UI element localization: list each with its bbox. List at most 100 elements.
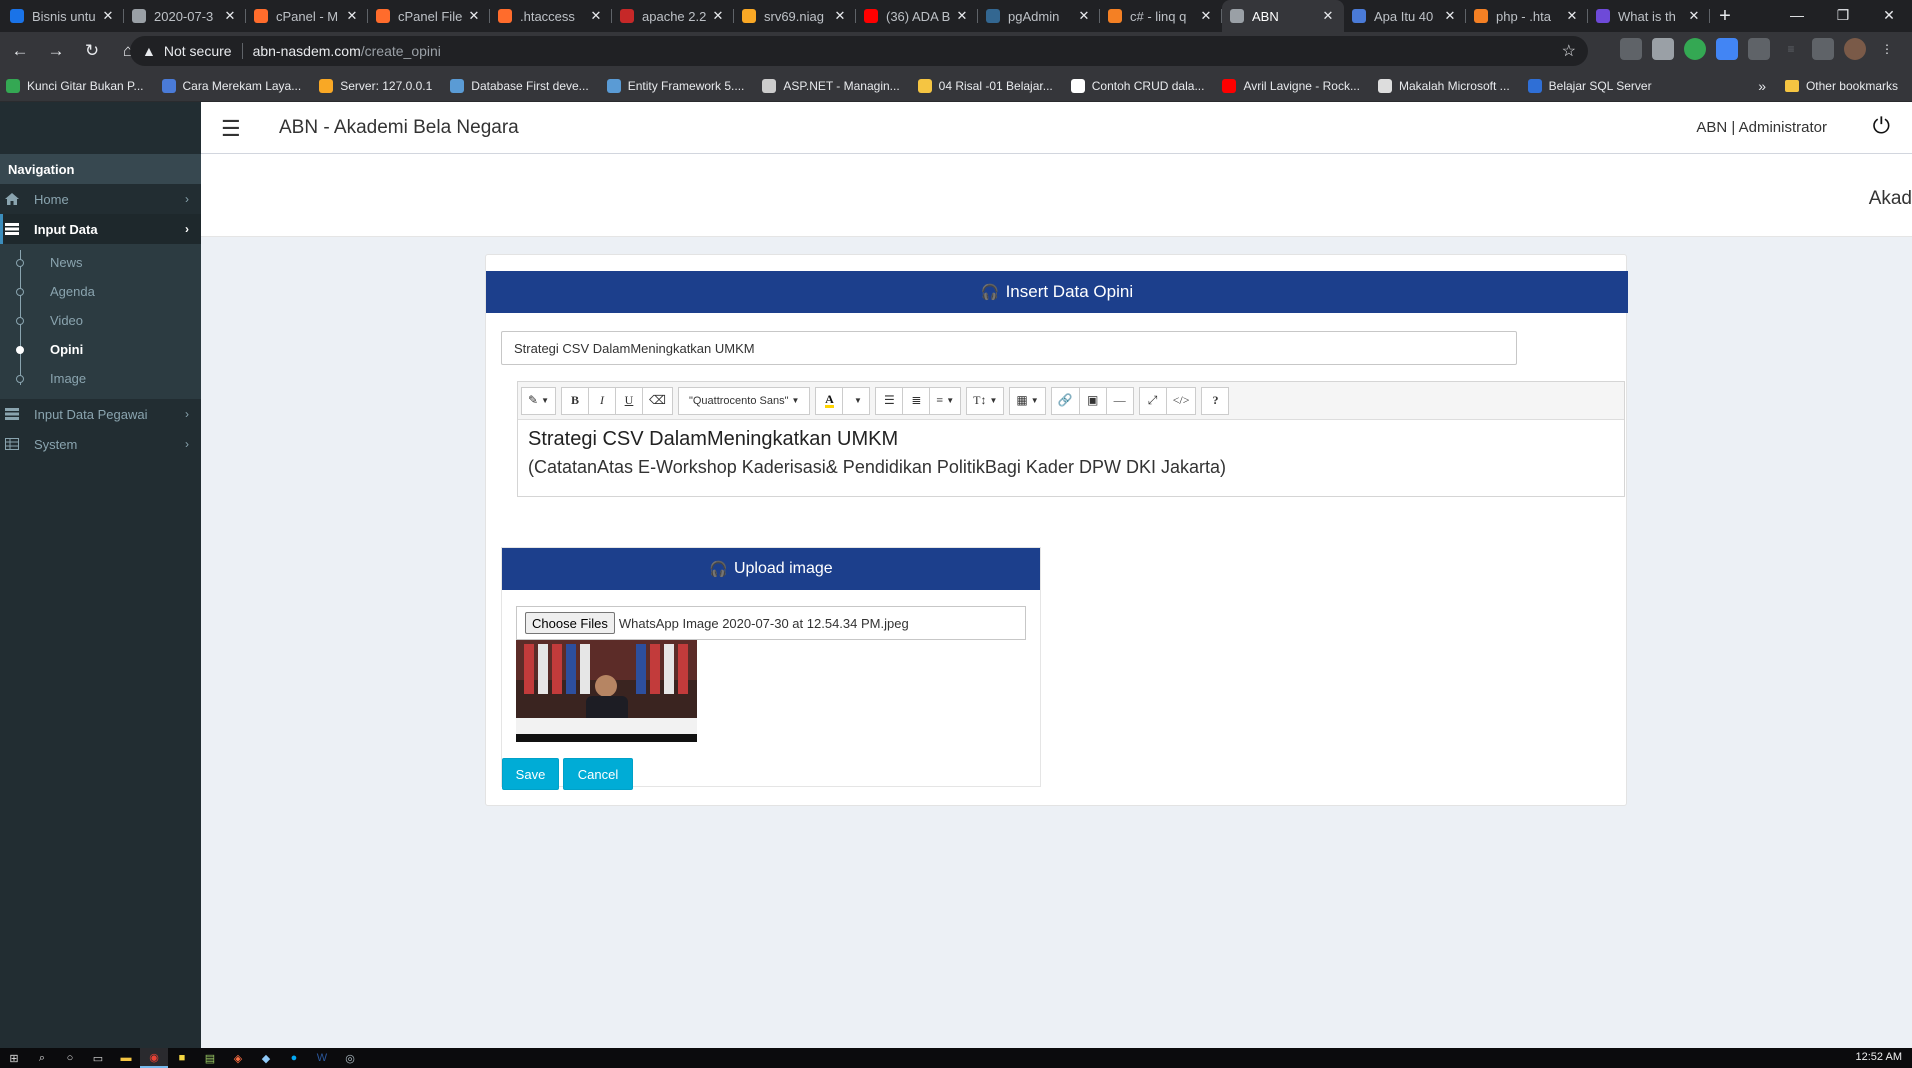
sidebar-item-home[interactable]: Home › [0, 184, 201, 214]
new-tab-button[interactable]: + [1710, 0, 1740, 32]
search-icon[interactable]: ⌕ [28, 1048, 56, 1068]
sidebar-subitem-image[interactable]: Image [0, 364, 201, 393]
file-input[interactable]: Choose Files WhatsApp Image 2020-07-30 a… [516, 606, 1026, 640]
cube-icon[interactable] [1652, 38, 1674, 60]
browser-tab[interactable]: .htaccess ✕ [490, 0, 612, 32]
notepad-icon[interactable]: ▤ [196, 1048, 224, 1068]
eraser-icon[interactable]: ⌫ [641, 386, 673, 415]
cancel-button[interactable]: Cancel [563, 758, 633, 790]
hamburger-menu-icon[interactable]: ☰ [221, 116, 241, 142]
app-icon[interactable]: ◆ [252, 1048, 280, 1068]
close-tab-icon[interactable]: ✕ [1320, 8, 1336, 24]
bookmark-item[interactable]: Contoh CRUD dala... [1070, 78, 1204, 93]
sidebar-item-system[interactable]: System › [0, 429, 201, 459]
close-tab-icon[interactable]: ✕ [1564, 8, 1580, 24]
restore-icon[interactable]: ❐ [1820, 0, 1866, 30]
chrome-icon[interactable]: ◉ [140, 1048, 168, 1068]
browser-tab[interactable]: apache 2.2 ✕ [612, 0, 734, 32]
cortana-icon[interactable]: ○ [56, 1048, 84, 1068]
magic-style-icon[interactable]: ✎ ▼ [521, 386, 556, 415]
bold-button[interactable]: B [560, 386, 589, 415]
bookmark-item[interactable]: ASP.NET - Managin... [762, 78, 900, 93]
help-icon[interactable]: ? [1201, 386, 1230, 415]
close-tab-icon[interactable]: ✕ [588, 8, 604, 24]
address-bar[interactable]: ▲ Not secure abn-nasdem.com /create_opin… [130, 36, 1588, 66]
kebab-menu-icon[interactable]: ⋮ [1876, 38, 1898, 60]
bookmark-star-icon[interactable]: ☆ [1562, 41, 1576, 61]
sidebar-item-input-data-pegawai[interactable]: Input Data Pegawai › [0, 399, 201, 429]
forward-icon[interactable]: → [40, 35, 72, 67]
bookmark-item[interactable]: Entity Framework 5.... [606, 78, 744, 93]
browser-tab[interactable]: Apa Itu 40 ✕ [1344, 0, 1466, 32]
app-icon[interactable]: ◎ [336, 1048, 364, 1068]
code-view-icon[interactable]: </> [1165, 386, 1197, 415]
bullet-list-icon[interactable]: ☰ [875, 386, 904, 415]
other-bookmarks[interactable]: Other bookmarks [1784, 79, 1898, 93]
color-dropdown-icon[interactable]: ▼ [842, 386, 871, 415]
profile-avatar[interactable] [1844, 38, 1866, 60]
editor-body[interactable]: Strategi CSV DalamMeningkatkan UMKM (Cat… [518, 420, 1624, 486]
puzzle-icon[interactable] [1812, 38, 1834, 60]
sidebar-subitem-video[interactable]: Video [0, 306, 201, 335]
close-tab-icon[interactable]: ✕ [1686, 8, 1702, 24]
table-insert-icon[interactable]: ▦ ▼ [1009, 386, 1046, 415]
link-icon[interactable]: 🔗 [1050, 386, 1080, 415]
back-icon[interactable]: ← [4, 35, 36, 67]
skype-icon[interactable]: ● [280, 1048, 308, 1068]
browser-tab[interactable]: pgAdmin ✕ [978, 0, 1100, 32]
reload-icon[interactable]: ↻ [76, 35, 108, 67]
bookmark-item[interactable]: Belajar SQL Server [1527, 78, 1652, 93]
close-tab-icon[interactable]: ✕ [100, 8, 116, 24]
bookmark-item[interactable]: 04 Risal -01 Belajar... [917, 78, 1053, 93]
menu-lines-icon[interactable]: ≡ [1780, 38, 1802, 60]
translate-icon[interactable] [1716, 38, 1738, 60]
browser-tab[interactable]: php - .hta ✕ [1466, 0, 1588, 32]
choose-files-button[interactable]: Choose Files [525, 612, 615, 634]
bookmark-item[interactable]: Avril Lavigne - Rock... [1222, 78, 1360, 93]
save-button[interactable]: Save [502, 758, 559, 790]
browser-tab[interactable]: What is th ✕ [1588, 0, 1710, 32]
close-tab-icon[interactable]: ✕ [710, 8, 726, 24]
close-tab-icon[interactable]: ✕ [1076, 8, 1092, 24]
extension-green-icon[interactable] [1684, 38, 1706, 60]
close-window-icon[interactable]: ✕ [1866, 0, 1912, 30]
sidebar-subitem-news[interactable]: News [0, 248, 201, 277]
close-tab-icon[interactable]: ✕ [1442, 8, 1458, 24]
close-tab-icon[interactable]: ✕ [954, 8, 970, 24]
line-height-icon[interactable]: T↕ ▼ [966, 386, 1005, 415]
browser-tab[interactable]: cPanel - M ✕ [246, 0, 368, 32]
sticky-notes-icon[interactable]: ■ [168, 1048, 196, 1068]
bookmark-item[interactable]: Database First deve... [450, 78, 589, 93]
browser-tab[interactable]: 2020-07-3 ✕ [124, 0, 246, 32]
browser-tab[interactable]: Bisnis untu ✕ [2, 0, 124, 32]
minimize-icon[interactable]: — [1774, 0, 1820, 30]
italic-button[interactable]: I [587, 386, 616, 415]
browser-tab[interactable]: cPanel File ✕ [368, 0, 490, 32]
align-icon[interactable]: ≡ ▼ [929, 386, 962, 415]
browser-tab[interactable]: srv69.niag ✕ [734, 0, 856, 32]
picture-icon[interactable]: ▣ [1078, 386, 1107, 415]
bookmark-item[interactable]: Kunci Gitar Bukan P... [6, 78, 144, 93]
browser-tab[interactable]: (36) ADA B ✕ [856, 0, 978, 32]
bookmark-item[interactable]: Server: 127.0.0.1 [319, 78, 432, 93]
title-input[interactable] [501, 331, 1517, 365]
browser-tab[interactable]: ABN ✕ [1222, 0, 1344, 32]
extension-icon[interactable] [1620, 38, 1642, 60]
sidebar-subitem-opini[interactable]: Opini [0, 335, 201, 364]
fullscreen-icon[interactable]: ⤢ [1138, 386, 1167, 415]
qr-icon[interactable] [1748, 38, 1770, 60]
close-tab-icon[interactable]: ✕ [344, 8, 360, 24]
user-label[interactable]: ABN | Administrator [1696, 119, 1827, 136]
close-tab-icon[interactable]: ✕ [832, 8, 848, 24]
close-tab-icon[interactable]: ✕ [222, 8, 238, 24]
horizontal-rule-icon[interactable]: — [1105, 386, 1134, 415]
close-tab-icon[interactable]: ✕ [1198, 8, 1214, 24]
task-view-icon[interactable]: ▭ [84, 1048, 112, 1068]
browser-tab[interactable]: c# - linq q ✕ [1100, 0, 1222, 32]
close-tab-icon[interactable]: ✕ [466, 8, 482, 24]
bookmark-item[interactable]: Makalah Microsoft ... [1377, 78, 1510, 93]
underline-button[interactable]: U [614, 386, 643, 415]
word-icon[interactable]: W [308, 1048, 336, 1068]
font-family-select[interactable]: "Quattrocento Sans" ▼ [677, 386, 811, 415]
sidebar-subitem-agenda[interactable]: Agenda [0, 277, 201, 306]
